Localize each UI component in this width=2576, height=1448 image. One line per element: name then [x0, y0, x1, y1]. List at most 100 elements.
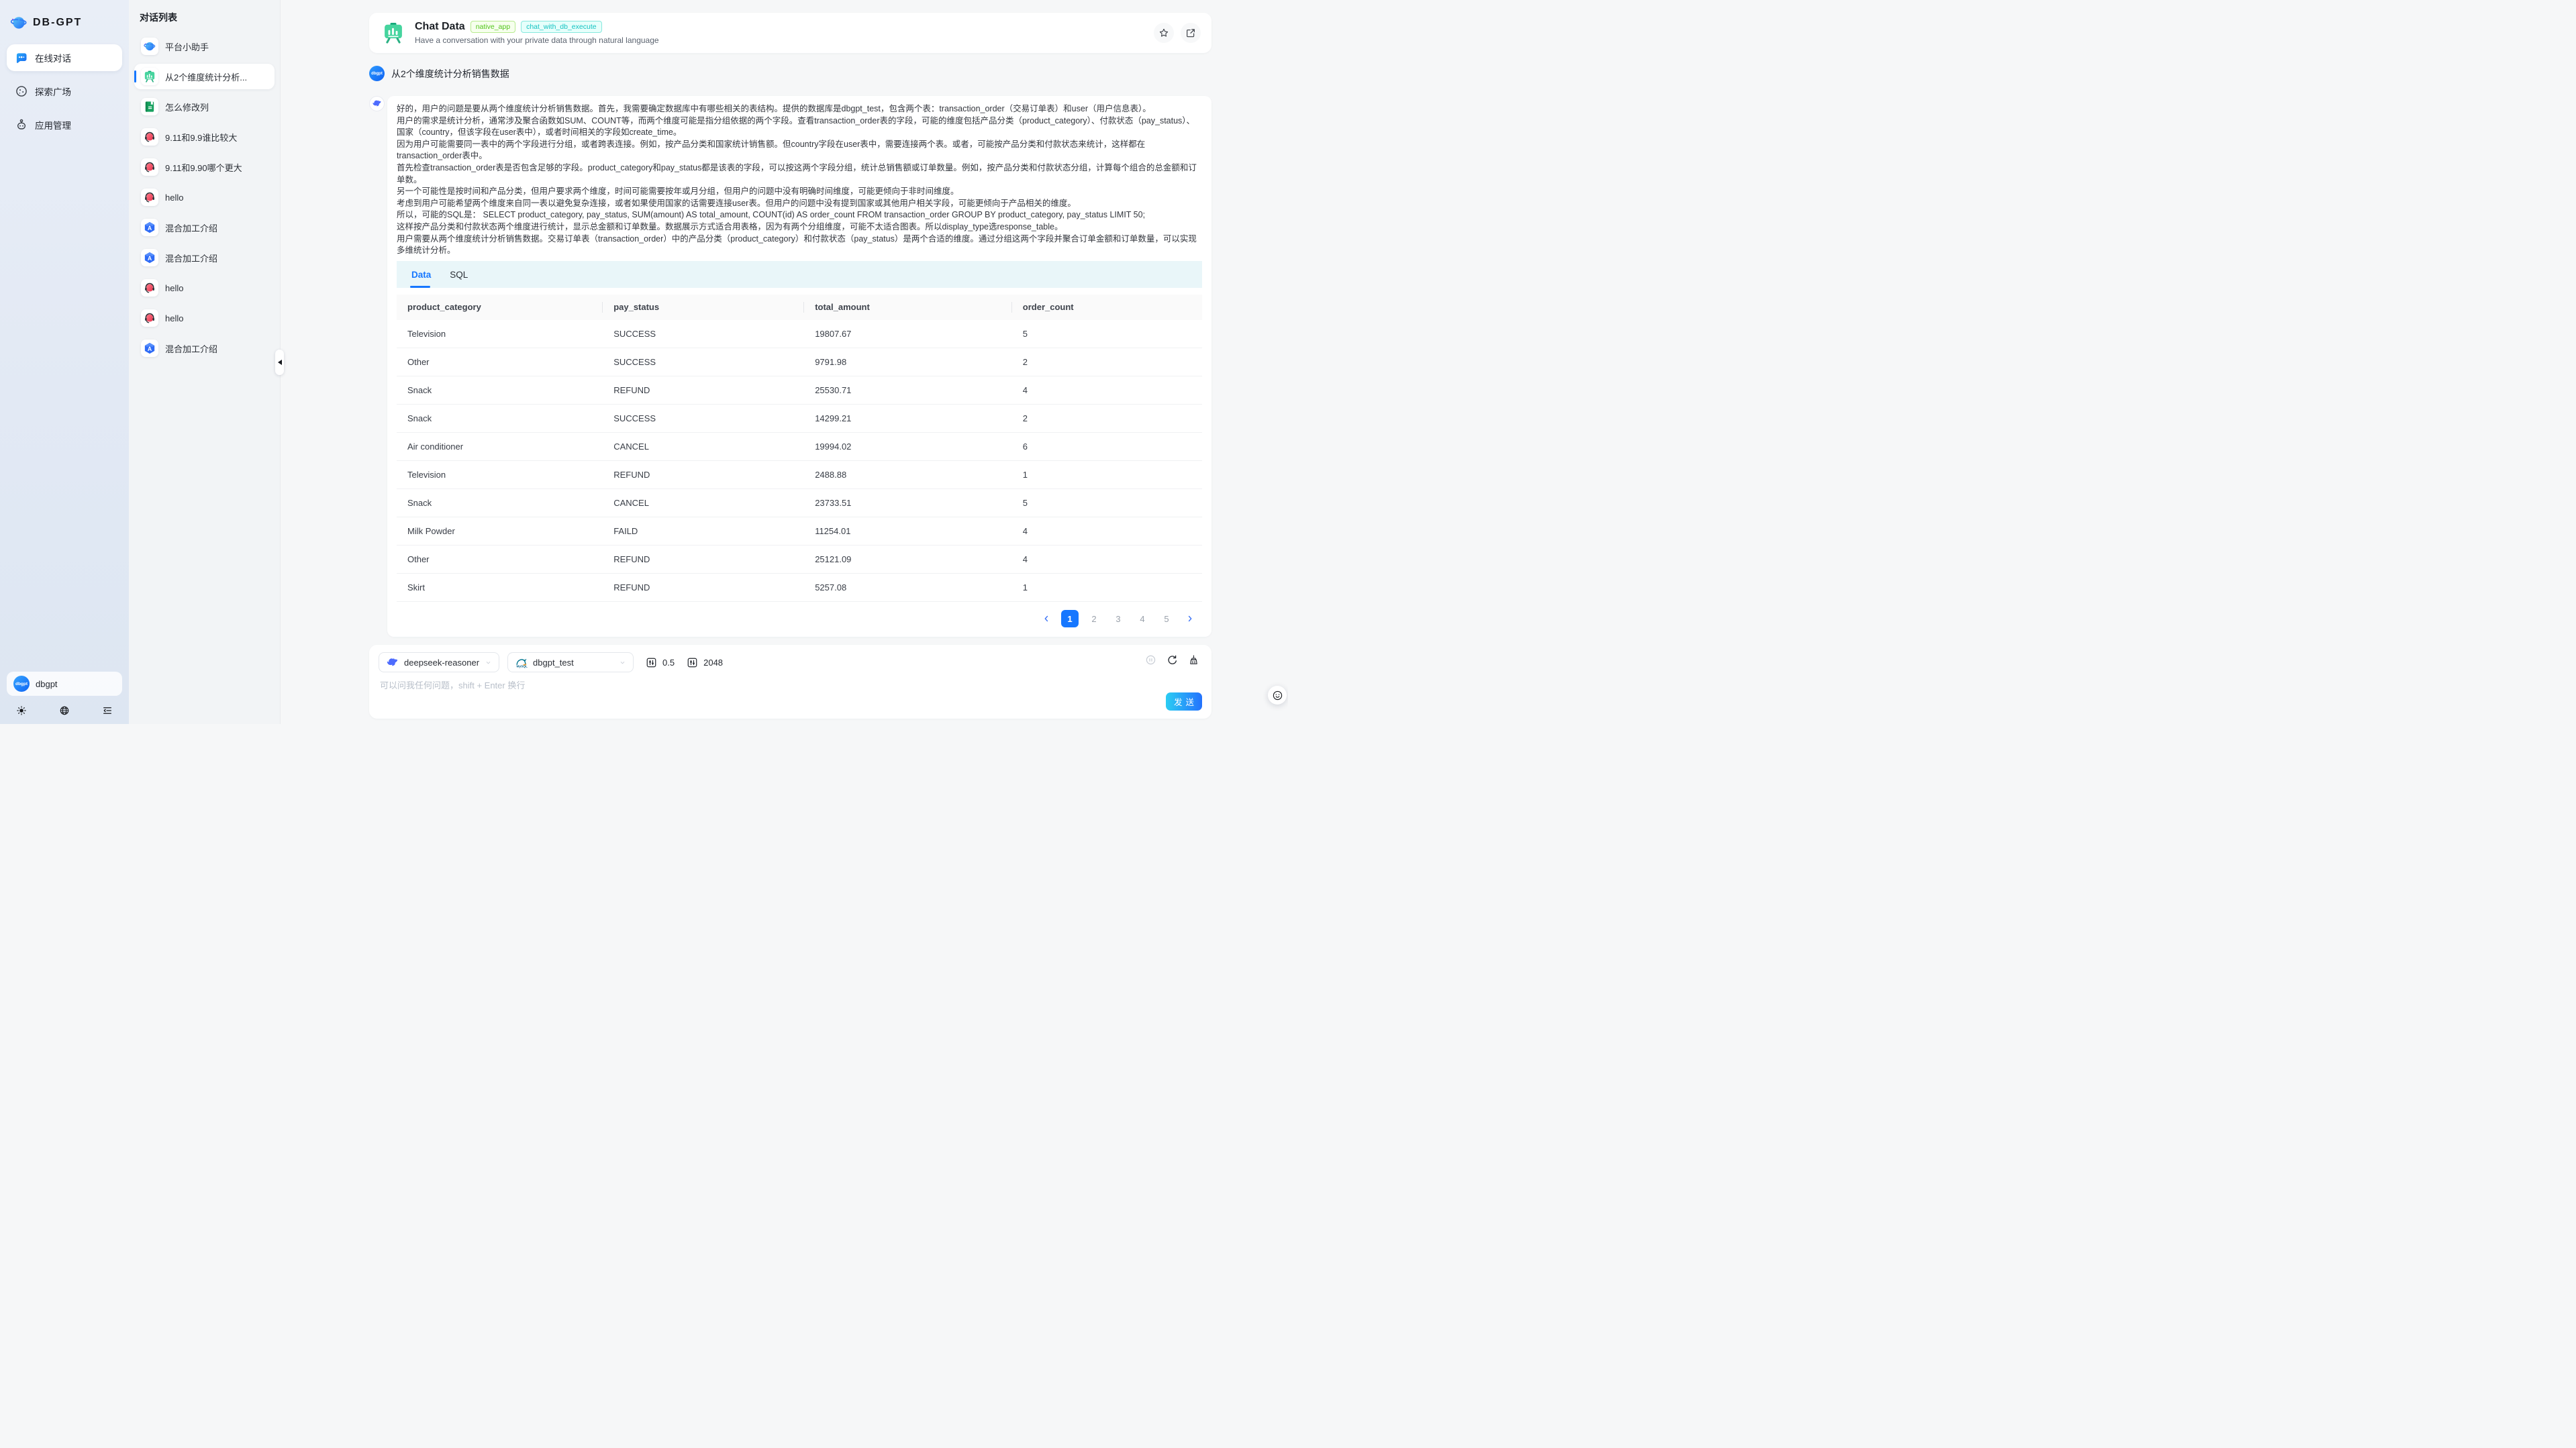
model-selector[interactable]: deepseek-reasoner: [379, 652, 499, 672]
user-message-text: 从2个维度统计分析销售数据: [391, 67, 509, 81]
conversation-item-label: 从2个维度统计分析...: [165, 70, 247, 83]
table-cell: 9791.98: [804, 348, 1012, 376]
page-button-4[interactable]: 4: [1134, 610, 1151, 627]
table-cell: Snack: [397, 376, 603, 405]
conversation-item[interactable]: hello: [134, 185, 275, 210]
send-button[interactable]: 发送: [1166, 692, 1202, 711]
theme-toggle-icon[interactable]: [16, 705, 27, 716]
column-header: total_amount: [804, 295, 1012, 320]
table-cell: SUCCESS: [603, 320, 804, 348]
table-row: Milk PowderFAILD11254.014: [397, 517, 1202, 546]
feedback-button[interactable]: [1268, 686, 1287, 705]
table-cell: 1: [1012, 461, 1202, 489]
table-cell: SUCCESS: [603, 405, 804, 433]
conversation-item[interactable]: A混合加工介绍: [134, 245, 275, 270]
result-table: product_categorypay_statustotal_amountor…: [397, 295, 1202, 603]
dbgpt-logo-icon: [141, 38, 158, 55]
table-cell: Television: [397, 320, 603, 348]
conversation-list: 平台小助手从2个维度统计分析... 怎么修改列 9.11和9.9谁比较大 9.11和9…: [134, 34, 275, 361]
sidebar-item-2[interactable]: 应用管理: [7, 111, 122, 138]
page-button-3[interactable]: 3: [1109, 610, 1127, 627]
conversation-item-label: 平台小助手: [165, 40, 209, 53]
user-chip[interactable]: dbgpt dbgpt: [7, 672, 122, 696]
clear-chat-icon[interactable]: [1188, 654, 1199, 666]
tab-data[interactable]: Data: [411, 270, 431, 288]
dbgpt-logo: DB-GPT: [7, 9, 122, 44]
dbgpt-logo-icon: [9, 13, 28, 32]
table-row: SnackREFUND25530.714: [397, 376, 1202, 405]
table-cell: 5257.08: [804, 574, 1012, 602]
page-button-2[interactable]: 2: [1085, 610, 1103, 627]
datasource-selector[interactable]: MySQL dbgpt_test: [507, 652, 634, 672]
chat-input[interactable]: 可以问我任何问题，shift + Enter 换行: [380, 678, 1091, 691]
table-cell: REFUND: [603, 546, 804, 574]
temperature-control[interactable]: 0.5: [646, 657, 675, 668]
user-avatar: dbgpt: [369, 66, 385, 81]
sidebar-item-label: 在线对话: [35, 51, 71, 64]
temperature-value: 0.5: [662, 658, 675, 668]
share-button[interactable]: [1181, 23, 1201, 43]
prev-page-button[interactable]: [1038, 611, 1054, 627]
conversation-item[interactable]: 9.11和9.90哪个更大: [134, 154, 275, 180]
assistant-card: 好的，用户的问题是要从两个维度统计分析销售数据。首先，我需要确定数据库中有哪些相…: [387, 96, 1211, 637]
conversation-item[interactable]: A混合加工介绍: [134, 335, 275, 361]
conversation-item[interactable]: A混合加工介绍: [134, 215, 275, 240]
column-header: pay_status: [603, 295, 804, 320]
hex-a-icon: A: [141, 249, 158, 266]
column-header: order_count: [1012, 295, 1202, 320]
tab-sql[interactable]: SQL: [450, 270, 468, 288]
favorite-button[interactable]: [1154, 23, 1174, 43]
table-cell: Air conditioner: [397, 433, 603, 461]
deepseek-model-icon: [386, 656, 399, 669]
conversation-item[interactable]: 平台小助手: [134, 34, 275, 59]
conversation-item[interactable]: hello: [134, 305, 275, 331]
next-page-button[interactable]: [1182, 611, 1198, 627]
conversation-item[interactable]: hello: [134, 275, 275, 301]
table-cell: Snack: [397, 489, 603, 517]
headset-bot-icon: [141, 189, 158, 206]
user-name: dbgpt: [36, 679, 58, 689]
smiley-icon: [1272, 690, 1283, 701]
sidebar-item-0[interactable]: 在线对话: [7, 44, 122, 71]
table-row: TelevisionSUCCESS19807.675: [397, 320, 1202, 348]
sidebar-item-1[interactable]: 探索广场: [7, 78, 122, 105]
conversation-item-label: hello: [165, 193, 183, 203]
panel-collapse-handle[interactable]: [275, 350, 284, 375]
assistant-paragraph: 用户的需求是统计分析，通常涉及聚合函数如SUM、COUNT等，而两个维度可能是指…: [397, 115, 1202, 139]
language-icon[interactable]: [59, 705, 70, 716]
conversation-item-label: hello: [165, 313, 183, 323]
table-cell: Other: [397, 546, 603, 574]
table-cell: 5: [1012, 489, 1202, 517]
result-tabs: Data SQL: [397, 261, 1202, 288]
badge-chat-with-db-execute: chat_with_db_execute: [521, 21, 602, 33]
main-area: Chat Data native_app chat_with_db_execut…: [281, 0, 1288, 724]
conversation-item[interactable]: 从2个维度统计分析...: [134, 64, 275, 89]
sliders-icon: [687, 657, 698, 668]
collapse-sidebar-icon[interactable]: [102, 705, 113, 716]
table-row: OtherSUCCESS9791.982: [397, 348, 1202, 376]
table-cell: 5: [1012, 320, 1202, 348]
table-cell: Milk Powder: [397, 517, 603, 546]
conversation-item[interactable]: 9.11和9.9谁比较大: [134, 124, 275, 150]
chart-board-icon: [141, 68, 158, 85]
table-cell: 4: [1012, 546, 1202, 574]
page-button-1[interactable]: 1: [1061, 610, 1079, 627]
max-tokens-control[interactable]: 2048: [687, 657, 723, 668]
table-cell: SUCCESS: [603, 348, 804, 376]
sidebar: DB-GPT 在线对话探索广场应用管理 dbgpt dbgpt: [0, 0, 129, 724]
table-cell: REFUND: [603, 574, 804, 602]
chart-board-icon: [381, 21, 405, 45]
page-button-5[interactable]: 5: [1158, 610, 1175, 627]
refresh-icon[interactable]: [1167, 654, 1178, 666]
star-icon: [1158, 28, 1169, 38]
pause-icon[interactable]: [1145, 654, 1156, 666]
conversation-item[interactable]: 怎么修改列: [134, 94, 275, 119]
table-cell: 25530.71: [804, 376, 1012, 405]
book-icon: [141, 98, 158, 115]
assistant-avatar: [369, 96, 385, 111]
headset-bot-icon: [141, 279, 158, 297]
table-cell: REFUND: [603, 461, 804, 489]
table-cell: 4: [1012, 376, 1202, 405]
table-cell: Snack: [397, 405, 603, 433]
column-header: product_category: [397, 295, 603, 320]
